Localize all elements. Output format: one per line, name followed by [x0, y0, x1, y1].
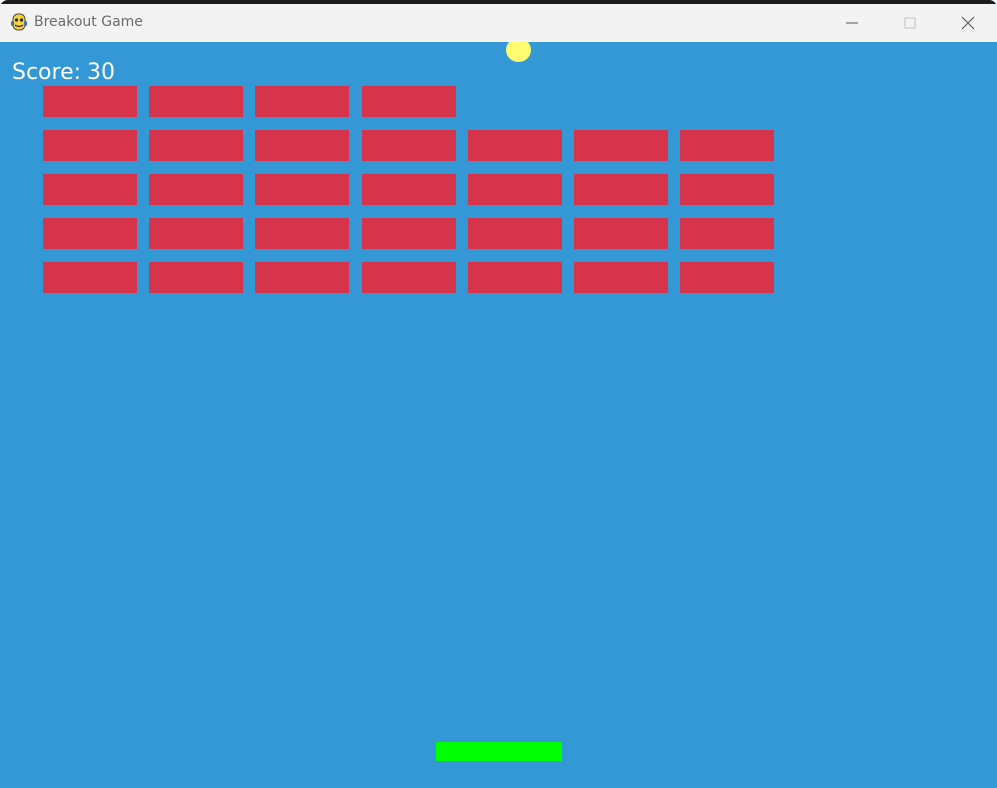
brick — [468, 130, 562, 161]
maximize-button[interactable] — [881, 4, 939, 42]
brick — [43, 174, 137, 205]
brick — [255, 86, 349, 117]
brick — [574, 130, 668, 161]
window-title: Breakout Game — [34, 14, 143, 30]
game-window: Breakout Game Score: 30 — [0, 0, 997, 788]
brick — [574, 174, 668, 205]
close-button[interactable] — [939, 4, 997, 42]
brick — [680, 262, 774, 293]
brick — [362, 262, 456, 293]
brick — [43, 86, 137, 117]
brick — [362, 130, 456, 161]
brick — [149, 218, 243, 249]
brick — [149, 130, 243, 161]
brick — [468, 262, 562, 293]
brick — [255, 130, 349, 161]
brick — [255, 174, 349, 205]
score-display: Score: 30 — [12, 60, 115, 85]
brick — [362, 218, 456, 249]
brick — [255, 262, 349, 293]
brick — [255, 218, 349, 249]
brick — [468, 218, 562, 249]
game-canvas[interactable]: Score: 30 — [0, 42, 997, 788]
brick — [149, 262, 243, 293]
paddle[interactable] — [436, 742, 562, 761]
maximize-icon — [904, 17, 916, 29]
brick — [149, 86, 243, 117]
brick — [362, 86, 456, 117]
python-icon — [11, 13, 27, 31]
brick — [43, 262, 137, 293]
close-icon — [961, 16, 975, 30]
brick — [149, 174, 243, 205]
brick — [680, 174, 774, 205]
brick — [680, 218, 774, 249]
brick — [43, 130, 137, 161]
score-value: 30 — [87, 60, 116, 85]
ball — [506, 42, 531, 62]
brick — [680, 130, 774, 161]
brick — [362, 174, 456, 205]
minimize-button[interactable] — [823, 4, 881, 42]
brick — [574, 262, 668, 293]
brick — [43, 218, 137, 249]
brick — [574, 218, 668, 249]
minimize-icon — [846, 22, 858, 24]
score-label: Score: — [12, 60, 82, 85]
brick — [468, 174, 562, 205]
title-bar[interactable]: Breakout Game — [0, 4, 997, 42]
